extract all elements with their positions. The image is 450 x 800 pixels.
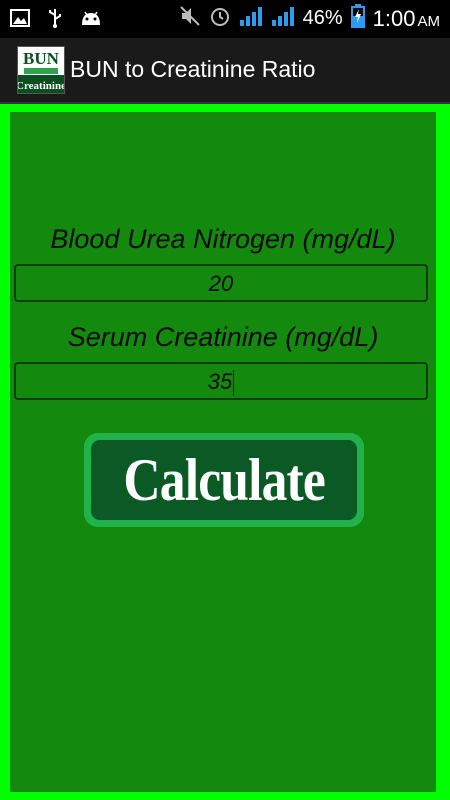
signal-icon — [271, 5, 295, 32]
form-panel: Blood Urea Nitrogen (mg/dL) 20 Serum Cre… — [10, 112, 436, 792]
calculate-button-face[interactable]: Calculate — [91, 440, 357, 520]
creatinine-label: Serum Creatinine (mg/dL) — [67, 322, 379, 352]
text-cursor — [233, 370, 235, 397]
creatinine-input[interactable]: 35 — [14, 362, 428, 400]
android-icon — [80, 9, 102, 32]
calculate-button[interactable]: Calculate — [84, 433, 364, 527]
signal-icon — [239, 5, 263, 32]
status-bar: 46% 1:00 AM — [0, 0, 450, 38]
time-ampm: AM — [417, 12, 441, 30]
app-logo-bottom-text: Creatinine — [18, 80, 64, 92]
app-logo: BUN Creatinine — [16, 46, 66, 94]
creatinine-input-value: 35 — [207, 369, 233, 394]
time: 1:00 — [372, 5, 416, 31]
bun-input-value: 20 — [208, 271, 234, 296]
bun-label: Blood Urea Nitrogen (mg/dL) — [50, 224, 396, 254]
battery-charging-icon — [350, 4, 365, 33]
alarm-icon — [209, 5, 231, 32]
app-logo-top-text: BUN — [23, 49, 60, 68]
action-bar: BUN Creatinine BUN to Creatinine Ratio — [0, 38, 450, 104]
mute-icon — [179, 5, 201, 32]
app-title: BUN to Creatinine Ratio — [70, 56, 316, 82]
bun-input[interactable]: 20 — [14, 264, 428, 302]
usb-icon — [48, 8, 62, 33]
battery-percent: 46% — [302, 7, 343, 29]
content-border: Blood Urea Nitrogen (mg/dL) 20 Serum Cre… — [0, 104, 450, 800]
calculate-button-label: Calculate — [123, 446, 325, 513]
image-icon — [10, 9, 30, 32]
clock: 1:00 AM — [373, 6, 440, 32]
